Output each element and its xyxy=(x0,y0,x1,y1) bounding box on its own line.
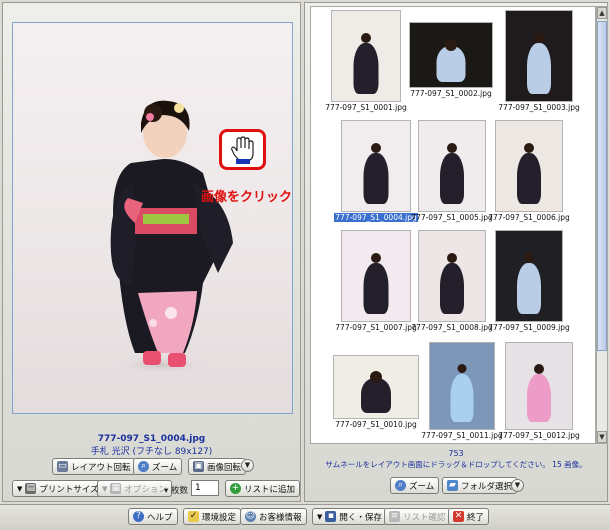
print-icon: ▤ xyxy=(25,483,37,494)
add-to-list-label: リストに追加 xyxy=(244,484,296,495)
child-kimono-photo xyxy=(106,100,233,375)
open-save-button[interactable]: ▼ ▪ 開く・保存 xyxy=(312,508,387,525)
settings-button[interactable]: ✓ 環境設定 xyxy=(183,508,242,525)
thumbnail-scrollbar[interactable]: ▲ ▼ xyxy=(596,6,608,444)
thumbnail-caption: 777-097_S1_0012.jpg xyxy=(498,431,580,440)
thumbnail-item[interactable]: 777-097_S1_0003.jpg xyxy=(498,10,580,112)
open-save-label: 開く・保存 xyxy=(339,512,382,523)
option-button[interactable]: ▼ ▦ オプション xyxy=(97,480,172,497)
list-confirm-label: リスト確認 xyxy=(403,512,446,523)
layout-rotate-label: レイアウト回転 xyxy=(71,462,131,473)
thumbnail-caption: 777-097_S1_0003.jpg xyxy=(498,103,580,112)
thumbnail-item[interactable]: 777-097_S1_0005.jpg xyxy=(411,120,493,222)
settings-label: 環境設定 xyxy=(202,512,237,523)
click-hint-label: 画像をクリック xyxy=(201,190,293,205)
chevron-down-icon: ▼ xyxy=(17,484,23,493)
thumbnail-image xyxy=(331,10,401,102)
list-icon: ≡ xyxy=(389,511,400,522)
option-label: オプション xyxy=(124,484,167,495)
person-icon: ☺ xyxy=(245,511,256,522)
thumbnail-image xyxy=(341,230,411,322)
zoom-icon: ⌕ xyxy=(138,461,149,472)
zoom-button-left[interactable]: ⌕ ズーム xyxy=(133,458,183,475)
thumbnail-item[interactable]: 777-097_S1_0006.jpg xyxy=(488,120,570,222)
print-size-label: プリントサイズ xyxy=(39,484,99,495)
thumbnail-item[interactable]: 777-097_S1_0011.jpg xyxy=(421,342,503,440)
thumbnail-image xyxy=(333,355,419,419)
scroll-up-icon[interactable]: ▲ xyxy=(597,7,607,19)
thumbnail-caption: 777-097_S1_0002.jpg xyxy=(410,89,492,98)
thumbnail-image xyxy=(495,230,563,322)
help-label: ヘルプ xyxy=(147,512,173,523)
copies-label: ▾ 枚数 xyxy=(164,486,188,496)
help-icon: ? xyxy=(133,511,144,522)
thumbnail-item[interactable]: 777-097_S1_0007.jpg xyxy=(335,230,417,332)
zoom-button-right[interactable]: ⌕ ズーム xyxy=(390,477,440,494)
thumbnail-image xyxy=(341,120,411,212)
preview-print-info: 手札 光沢 (フチなし 89x127) xyxy=(90,447,213,457)
thumbnail-caption: 777-097_S1_0009.jpg xyxy=(488,323,570,332)
image-rotate-icon: ▣ xyxy=(193,461,204,472)
thumbnail-image xyxy=(505,342,573,430)
image-rotate-button[interactable]: ▣ 画像回転 xyxy=(188,458,247,475)
print-size-button[interactable]: ▼ ▤ プリントサイズ xyxy=(12,480,104,497)
thumbnail-image xyxy=(409,22,493,88)
disk-icon: ▪ xyxy=(325,511,337,522)
layout-rotate-icon: ▭ xyxy=(57,461,68,472)
thumbnail-caption: 777-097_S1_0010.jpg xyxy=(335,420,417,429)
thumbnail-image xyxy=(505,10,573,102)
scroll-down-icon[interactable]: ▼ xyxy=(597,431,607,443)
thumbnail-item[interactable]: 777-097_S1_0002.jpg xyxy=(406,22,496,98)
checkbox-icon: ✓ xyxy=(188,511,199,522)
zoom-label: ズーム xyxy=(152,462,178,473)
thumbnail-caption: 777-097_S1_0011.jpg xyxy=(421,431,503,440)
option-icon: ▦ xyxy=(110,483,122,494)
thumbnail-caption: 777-097_S1_0008.jpg xyxy=(411,323,493,332)
thumbnail-image xyxy=(429,342,495,430)
image-rotate-dropdown-icon[interactable]: ▼ xyxy=(241,459,254,472)
drag-drop-hint: サムネールをレイアウト画面にドラッグ＆ドロップしてください。 15 画像。 xyxy=(325,460,587,469)
list-confirm-button[interactable]: ≡ リスト確認 xyxy=(384,508,451,525)
copies-input[interactable] xyxy=(191,480,219,496)
thumbnail-item[interactable]: 777-097_S1_0010.jpg xyxy=(330,355,422,429)
thumbnail-caption: 777-097_S1_0004.jpg xyxy=(334,213,418,222)
folder-icon: ▰ xyxy=(447,480,458,491)
preview-filename: 777-097_S1_0004.jpg xyxy=(97,434,206,444)
exit-label: 終了 xyxy=(467,512,485,523)
hand-pointer-icon xyxy=(230,135,254,164)
folder-dropdown-icon[interactable]: ▼ xyxy=(511,479,524,492)
thumbnail-image xyxy=(418,120,486,212)
thumbnail-item[interactable]: 777-097_S1_0008.jpg xyxy=(411,230,493,332)
thumbnail-item[interactable]: 777-097_S1_0001.jpg xyxy=(325,10,407,112)
thumbnail-item[interactable]: 777-097_S1_0009.jpg xyxy=(488,230,570,332)
thumbnail-image xyxy=(495,120,563,212)
thumbnail-caption: 777-097_S1_0006.jpg xyxy=(488,213,570,222)
click-hint-box xyxy=(219,129,266,170)
thumbnail-caption: 777-097_S1_0001.jpg xyxy=(325,103,407,112)
add-to-list-button[interactable]: + リストに追加 xyxy=(225,480,301,497)
image-count: 753 xyxy=(448,449,464,458)
help-button[interactable]: ? ヘルプ xyxy=(128,508,178,525)
thumbnail-caption: 777-097_S1_0005.jpg xyxy=(411,213,493,222)
folder-select-button[interactable]: ▰ フォルダ選択 xyxy=(442,477,518,494)
thumbnail-caption: 777-097_S1_0007.jpg xyxy=(335,323,417,332)
chevron-down-icon: ▼ xyxy=(317,512,323,521)
zoom-icon: ⌕ xyxy=(395,480,406,491)
image-rotate-label: 画像回転 xyxy=(207,462,242,473)
customer-info-button[interactable]: ☺ お客様情報 xyxy=(240,508,307,525)
folder-select-label: フォルダ選択 xyxy=(461,481,513,492)
layout-rotate-button[interactable]: ▭ レイアウト回転 xyxy=(52,458,136,475)
preview-image[interactable] xyxy=(12,22,293,414)
plus-icon: + xyxy=(230,483,241,494)
thumbnail-image xyxy=(418,230,486,322)
exit-button[interactable]: ✕ 終了 xyxy=(448,508,490,525)
thumbnail-item[interactable]: 777-097_S1_0004.jpg xyxy=(334,120,418,222)
thumbnail-item[interactable]: 777-097_S1_0012.jpg xyxy=(498,342,580,440)
chevron-down-icon: ▼ xyxy=(102,484,108,493)
customer-info-label: お客様情報 xyxy=(259,512,302,523)
scrollbar-thumb[interactable] xyxy=(597,21,607,351)
zoom-label: ズーム xyxy=(409,481,435,492)
close-icon: ✕ xyxy=(453,511,464,522)
